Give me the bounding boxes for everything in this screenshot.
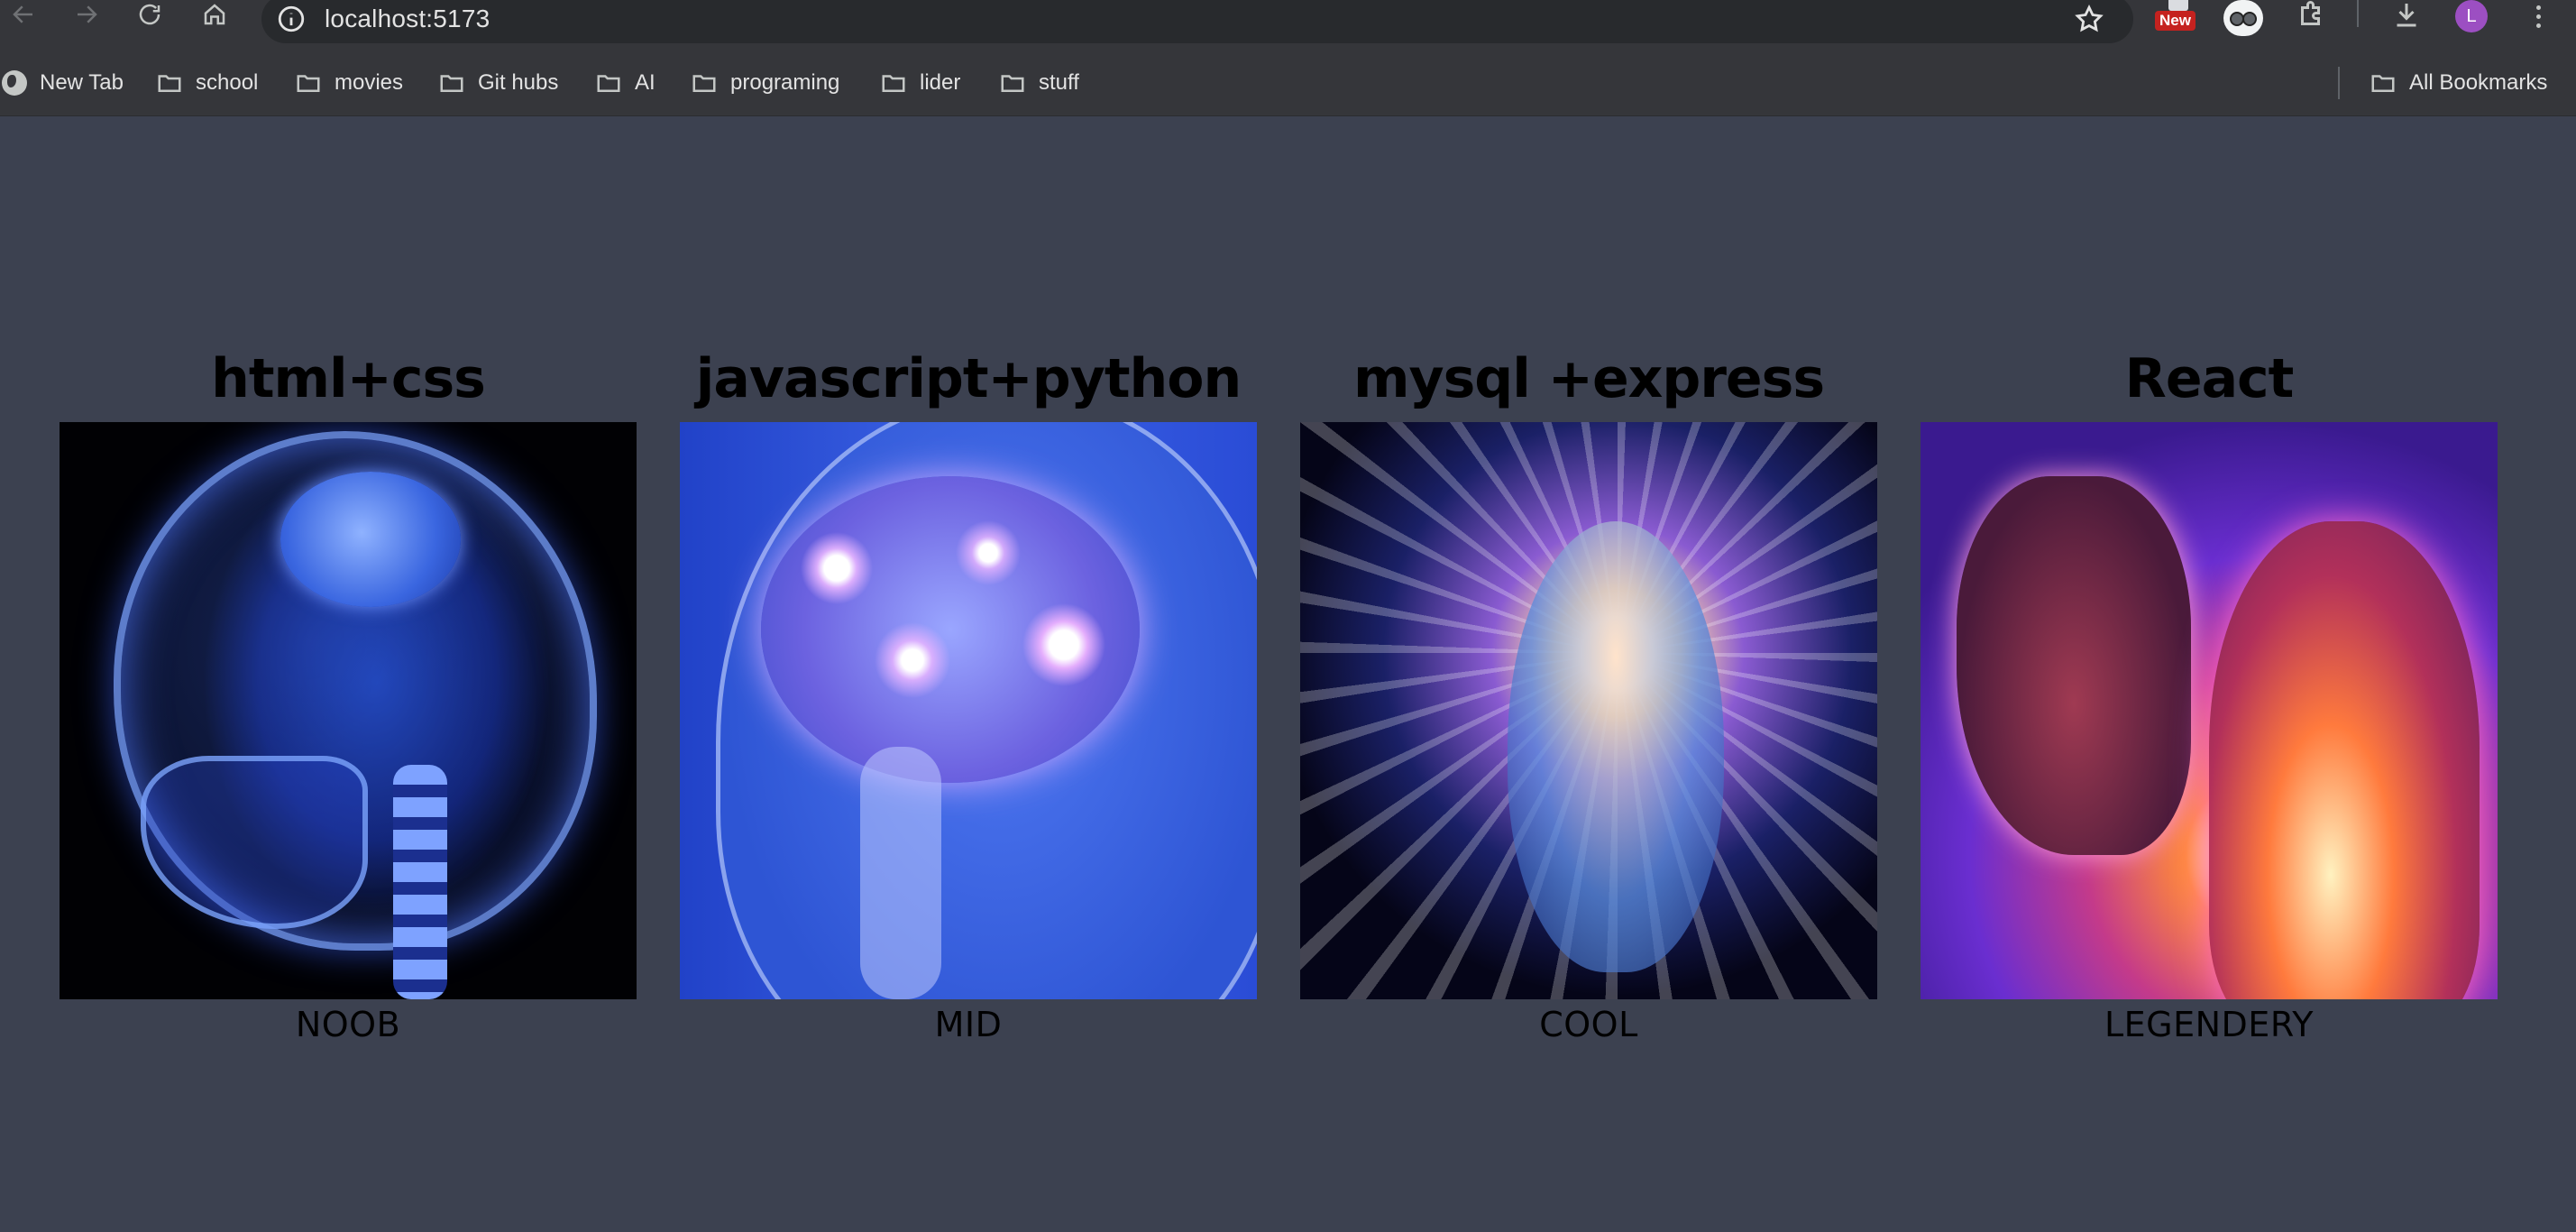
card-react: React LEGENDERY xyxy=(1921,343,2498,1044)
bookmark-label: stuff xyxy=(1039,70,1079,95)
card-caption: COOL xyxy=(1539,1005,1638,1044)
downloads-button[interactable] xyxy=(2385,0,2428,34)
folder-icon xyxy=(440,75,463,92)
site-info-icon[interactable] xyxy=(276,4,307,34)
all-bookmarks-button[interactable]: All Bookmarks xyxy=(2370,63,2547,103)
bookmark-label: school xyxy=(196,70,259,95)
bookmark-label: Git hubs xyxy=(478,70,559,95)
folder-icon xyxy=(597,75,620,92)
bookmarks-divider xyxy=(2338,67,2340,99)
browser-toolbar: localhost:5173 New L xyxy=(0,0,2576,51)
card-caption: LEGENDERY xyxy=(2104,1005,2315,1044)
home-icon xyxy=(204,4,225,25)
url-text[interactable]: localhost:5173 xyxy=(325,5,490,33)
glowing-brain-image xyxy=(680,422,1257,999)
card-html-css: html+css NOOB xyxy=(60,343,637,1044)
menu-kebab-icon[interactable] xyxy=(2525,0,2552,32)
card-caption: MID xyxy=(934,1005,1003,1044)
bookmark-label: AI xyxy=(635,70,655,95)
card-title: html+css xyxy=(211,347,486,410)
home-button[interactable] xyxy=(191,0,238,34)
forward-button[interactable] xyxy=(63,0,110,34)
card-caption: NOOB xyxy=(295,1005,401,1044)
card-javascript-python: javascript+python MID xyxy=(680,343,1257,1044)
download-icon xyxy=(2397,4,2416,27)
reload-icon xyxy=(139,4,160,25)
bookmark-folder-school[interactable]: school xyxy=(156,63,258,103)
folder-icon xyxy=(297,75,320,92)
folder-icon xyxy=(2371,75,2395,92)
bookmarks-bar: New Tab school movies Git hubs AI progra… xyxy=(0,51,2576,116)
xray-skull-image xyxy=(60,422,637,999)
detective-extension-icon[interactable] xyxy=(2223,0,2263,36)
card-mysql-express: mysql +express COOL xyxy=(1300,343,1877,1044)
card-title: mysql +express xyxy=(1352,347,1825,410)
bookmark-folder-lider[interactable]: lider xyxy=(880,63,960,103)
bookmark-star-icon[interactable] xyxy=(2074,4,2104,34)
puzzle-icon xyxy=(2301,1,2320,25)
extensions-button[interactable] xyxy=(2290,0,2333,34)
bookmark-folder-programing[interactable]: programing xyxy=(691,63,839,103)
folder-icon xyxy=(692,75,716,92)
bookmark-folder-stuff[interactable]: stuff xyxy=(999,63,1079,103)
bookmark-folder-movies[interactable]: movies xyxy=(295,63,403,103)
folder-icon xyxy=(1001,75,1024,92)
card-title: React xyxy=(2124,347,2295,410)
bookmark-new-tab[interactable]: New Tab xyxy=(0,63,124,103)
bookmark-label: movies xyxy=(335,70,404,95)
bookmark-folder-git-hubs[interactable]: Git hubs xyxy=(438,63,558,103)
back-arrow-icon xyxy=(13,5,32,23)
reload-button[interactable] xyxy=(126,0,173,34)
cosmic-being-image xyxy=(1921,422,2498,999)
profile-avatar[interactable]: L xyxy=(2455,0,2488,32)
back-button[interactable] xyxy=(0,0,47,34)
bookmark-folder-ai[interactable]: AI xyxy=(595,63,655,103)
all-bookmarks-label: All Bookmarks xyxy=(2409,70,2548,95)
folder-icon xyxy=(158,75,181,92)
new-badge: New xyxy=(2155,11,2196,31)
bookmark-label: New Tab xyxy=(40,70,124,95)
card-title: javascript+python xyxy=(695,347,1242,410)
address-bar[interactable]: localhost:5173 xyxy=(261,0,2133,43)
extension-icon[interactable] xyxy=(2168,0,2188,11)
galaxy-head-image xyxy=(1300,422,1877,999)
bookmark-label: lider xyxy=(920,70,961,95)
toolbar-divider xyxy=(2357,0,2359,27)
globe-icon xyxy=(2,70,27,96)
folder-icon xyxy=(882,75,905,92)
forward-arrow-icon xyxy=(78,5,97,23)
bookmark-label: programing xyxy=(730,70,840,95)
